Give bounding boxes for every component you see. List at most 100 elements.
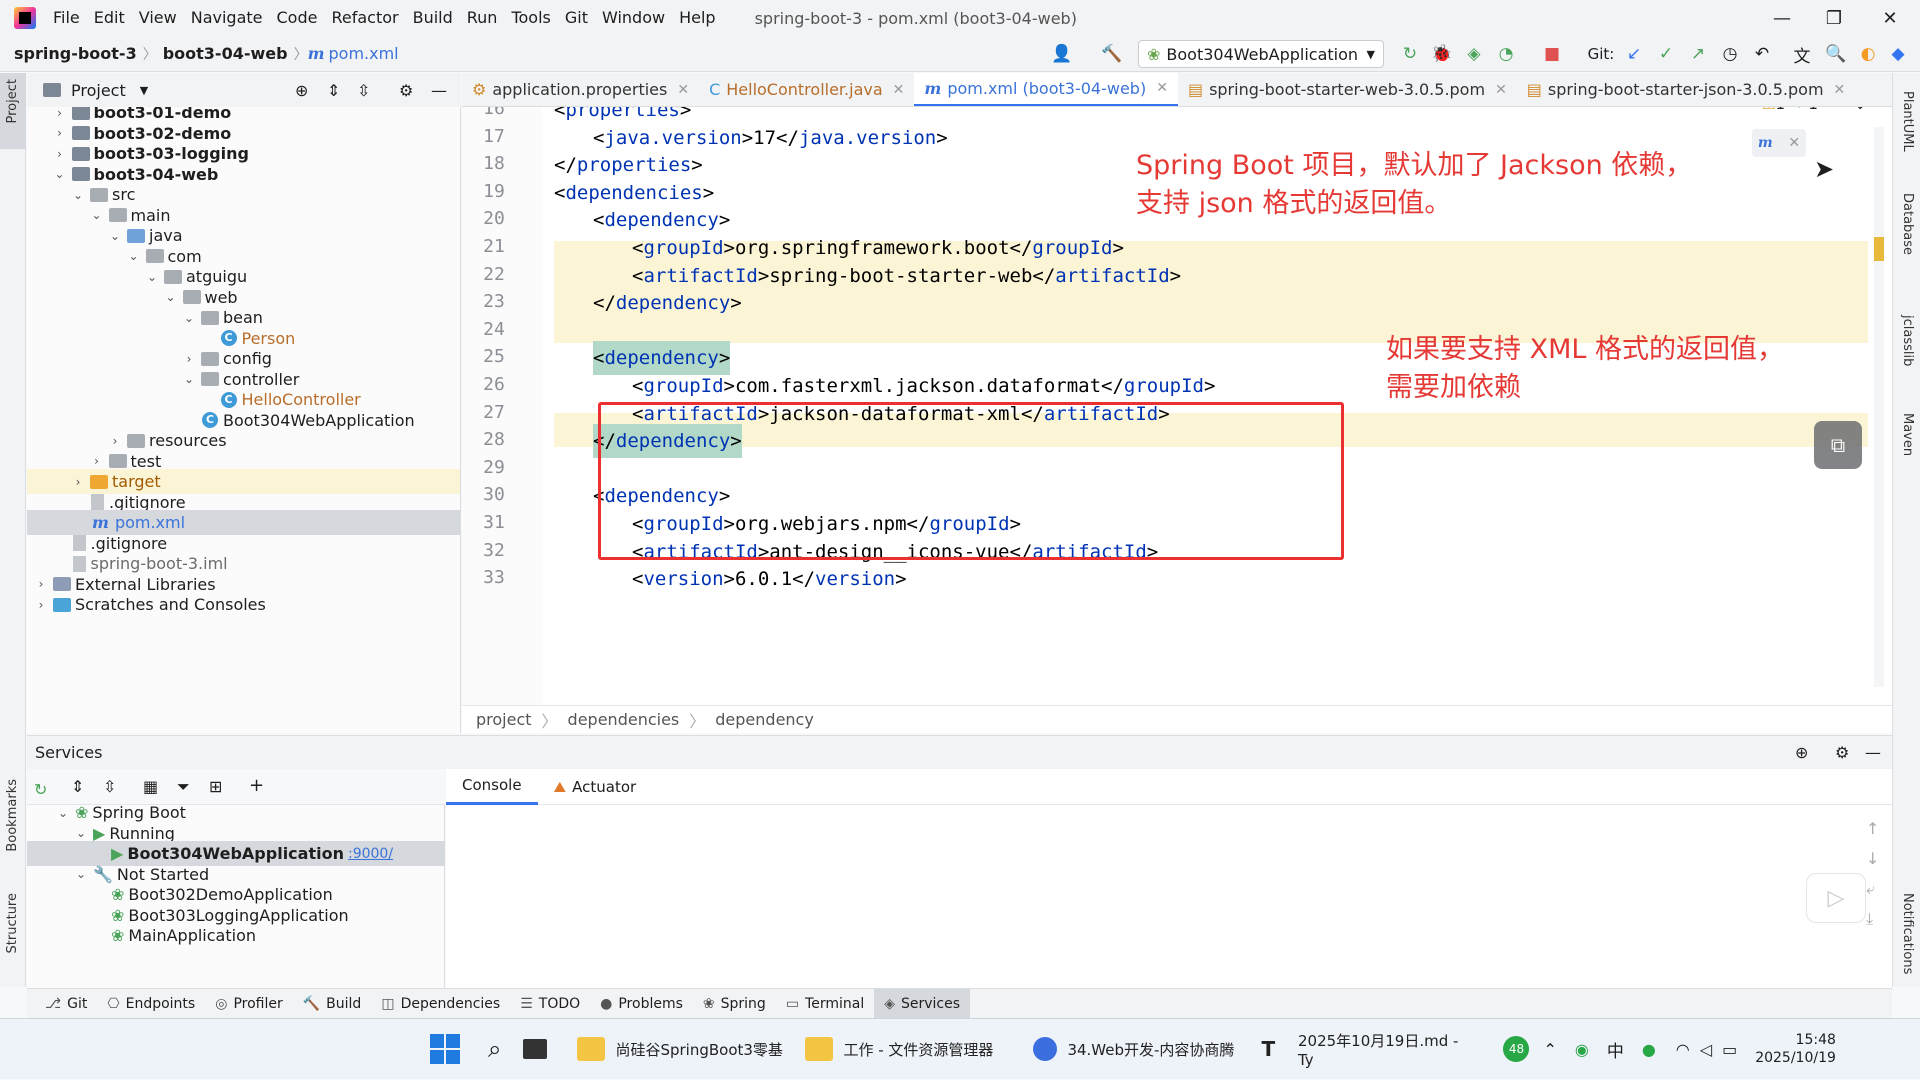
settings-gear-icon[interactable]: ⚙ <box>1835 743 1849 762</box>
user-icon[interactable]: 👤 <box>1050 42 1074 66</box>
tool-tab-profiler[interactable]: ◎ Profiler <box>205 989 293 1019</box>
chevron-right-icon[interactable]: › <box>107 434 123 448</box>
expand-all-icon[interactable]: ⇕ <box>71 777 84 796</box>
chevron-down-icon[interactable]: ⌄ <box>144 270 160 284</box>
hide-panel-icon[interactable]: — <box>1865 743 1881 762</box>
chevron-right-icon[interactable]: › <box>70 475 86 489</box>
start-icon[interactable] <box>430 1034 460 1064</box>
menu-run[interactable]: Run <box>460 0 505 36</box>
git-update-icon[interactable]: ↙ <box>1622 42 1646 66</box>
maximize-icon[interactable]: ❐ <box>1806 0 1862 36</box>
inspection-summary[interactable]: ⚠1 ✓1 ⌃ ⌄ <box>1762 107 1867 113</box>
chevron-down-icon[interactable]: ⌄ <box>163 290 179 304</box>
menu-help[interactable]: Help <box>672 0 722 36</box>
chevron-right-icon[interactable]: › <box>33 598 49 612</box>
close-tab-icon[interactable]: ✕ <box>1495 82 1507 98</box>
notification-badge[interactable]: 48 <box>1503 1036 1530 1062</box>
database-tool-tab[interactable]: Database <box>1900 193 1915 255</box>
breadcrumb-project[interactable]: spring-boot-3 <box>0 44 143 63</box>
clock[interactable]: 15:48 2025/10/19 <box>1755 1031 1836 1067</box>
chevron-down-icon[interactable]: ⌄ <box>89 208 105 222</box>
tool-tab-endpoints[interactable]: ⎔ Endpoints <box>97 989 205 1019</box>
close-icon[interactable]: ✕ <box>1788 135 1800 151</box>
chevron-down-icon[interactable]: ⌄ <box>70 188 86 202</box>
tool-tab-build[interactable]: 🔨 Build <box>293 989 372 1019</box>
project-tree-item[interactable]: › Scratches and Consoles <box>27 592 460 617</box>
editor-tab[interactable]: ▤ spring-boot-starter-web-3.0.5.pom ✕ <box>1178 73 1517 106</box>
profile-icon[interactable]: ◔ <box>1494 42 1518 66</box>
hide-panel-icon[interactable]: — <box>431 81 447 100</box>
chevron-down-icon[interactable]: ⌄ <box>73 867 89 881</box>
floating-screenshot-button[interactable]: ⧉ <box>1814 421 1862 469</box>
task-view-icon[interactable] <box>523 1039 548 1059</box>
code-line[interactable]: <version>6.0.1</version> <box>632 562 907 596</box>
menu-refactor[interactable]: Refactor <box>324 0 405 36</box>
stop-icon[interactable]: ■ <box>1540 42 1564 66</box>
soft-wrap-icon[interactable]: ⤶ <box>1866 879 1875 899</box>
expand-all-icon[interactable]: ⇕ <box>327 81 340 100</box>
search-icon[interactable]: 🔍 <box>1824 42 1848 66</box>
port-link[interactable]: :9000/ <box>348 846 393 862</box>
breadcrumb-module[interactable]: boot3-04-web <box>157 44 294 63</box>
new-tab-icon[interactable]: ⊞ <box>209 777 222 796</box>
code-line[interactable]: </dependency> <box>593 286 742 320</box>
chevron-down-icon[interactable]: ⌄ <box>55 806 71 820</box>
breadcrumb-file[interactable]: pom.xml <box>329 44 399 63</box>
settings-gear-icon[interactable]: ⚙ <box>399 81 413 100</box>
editor-tab[interactable]: ▤ spring-boot-starter-json-3.0.5.pom ✕ <box>1517 73 1855 106</box>
chevron-right-icon[interactable]: › <box>52 147 68 161</box>
search-icon[interactable]: ⌕ <box>488 1035 501 1063</box>
close-tab-icon[interactable]: ✕ <box>893 82 905 98</box>
taskbar-app[interactable]: 尚硅谷SpringBoot3零基 <box>567 1019 795 1080</box>
menu-git[interactable]: Git <box>558 0 595 36</box>
git-push-icon[interactable]: ↗ <box>1686 42 1710 66</box>
scroll-down-icon[interactable]: ↓ <box>1866 849 1879 868</box>
breadcrumb-dependency-tag[interactable]: dependency <box>715 710 814 729</box>
structure-tool-tab[interactable]: Structure <box>5 893 20 953</box>
chevron-down-icon[interactable]: ⌄ <box>181 311 197 325</box>
close-window-icon[interactable]: ✕ <box>1862 0 1918 36</box>
editor-tab[interactable]: m pom.xml (boot3-04-web) ✕ <box>914 73 1178 106</box>
chevron-right-icon[interactable]: › <box>52 107 68 120</box>
chevron-down-icon[interactable]: ⌄ <box>107 229 123 243</box>
tray-green-icon[interactable]: ● <box>1642 1040 1656 1059</box>
chevron-right-icon[interactable]: › <box>89 454 105 468</box>
minimize-icon[interactable]: — <box>1754 0 1810 36</box>
notifications-tool-tab[interactable]: Notifications <box>1900 893 1915 974</box>
tab-console[interactable]: Console <box>446 769 538 805</box>
editor-tab[interactable]: ⚙ application.properties ✕ <box>462 73 699 106</box>
locate-icon[interactable]: ⊕ <box>295 81 308 100</box>
add-service-icon[interactable]: ⊕ <box>1795 743 1808 762</box>
chevron-down-icon[interactable]: ⌄ <box>181 372 197 386</box>
ime-indicator[interactable]: 中 <box>1607 1037 1624 1062</box>
coverage-icon[interactable]: ◈ <box>1462 42 1486 66</box>
chevron-down-icon[interactable]: ⌄ <box>73 826 89 840</box>
bookmarks-tool-tab[interactable]: Bookmarks <box>5 779 20 852</box>
menu-code[interactable]: Code <box>270 0 325 36</box>
menu-file[interactable]: File <box>46 0 87 36</box>
tool-tab-problems[interactable]: ● Problems <box>590 989 693 1019</box>
plantuml-tool-tab[interactable]: PlantUML <box>1900 91 1915 152</box>
close-tab-icon[interactable]: ✕ <box>1156 80 1168 96</box>
translate-icon[interactable]: 文 <box>1790 42 1814 67</box>
editor-tab[interactable]: C HelloController.java ✕ <box>699 73 914 106</box>
group-by-icon[interactable]: ▦ <box>143 777 158 796</box>
menu-navigate[interactable]: Navigate <box>184 0 270 36</box>
run-configuration-select[interactable]: ❀ Boot304WebApplication ▼ <box>1138 40 1384 68</box>
close-tab-icon[interactable]: ✕ <box>677 82 689 98</box>
plugin-icon[interactable]: ◆ <box>1886 42 1910 66</box>
rerun-icon[interactable]: ↻ <box>1398 42 1422 66</box>
collapse-all-icon[interactable]: ⇳ <box>103 777 116 796</box>
close-tab-icon[interactable]: ✕ <box>1834 82 1846 98</box>
taskbar-app[interactable]: T 2025年10月19日.md - Ty <box>1251 1019 1479 1080</box>
git-commit-icon[interactable]: ✓ <box>1654 42 1678 66</box>
rerun-icon[interactable]: ↻ <box>34 780 47 799</box>
chevron-right-icon[interactable]: › <box>33 577 49 591</box>
battery-icon[interactable]: ▭ <box>1722 1040 1737 1059</box>
chevron-down-icon[interactable]: ⌄ <box>126 249 142 263</box>
chevron-right-icon[interactable]: › <box>52 126 68 140</box>
maven-reload-popup[interactable]: m ✕ <box>1752 129 1806 157</box>
menu-window[interactable]: Window <box>595 0 672 36</box>
wifi-icon[interactable]: ◠ <box>1676 1040 1690 1059</box>
menu-view[interactable]: View <box>132 0 184 36</box>
